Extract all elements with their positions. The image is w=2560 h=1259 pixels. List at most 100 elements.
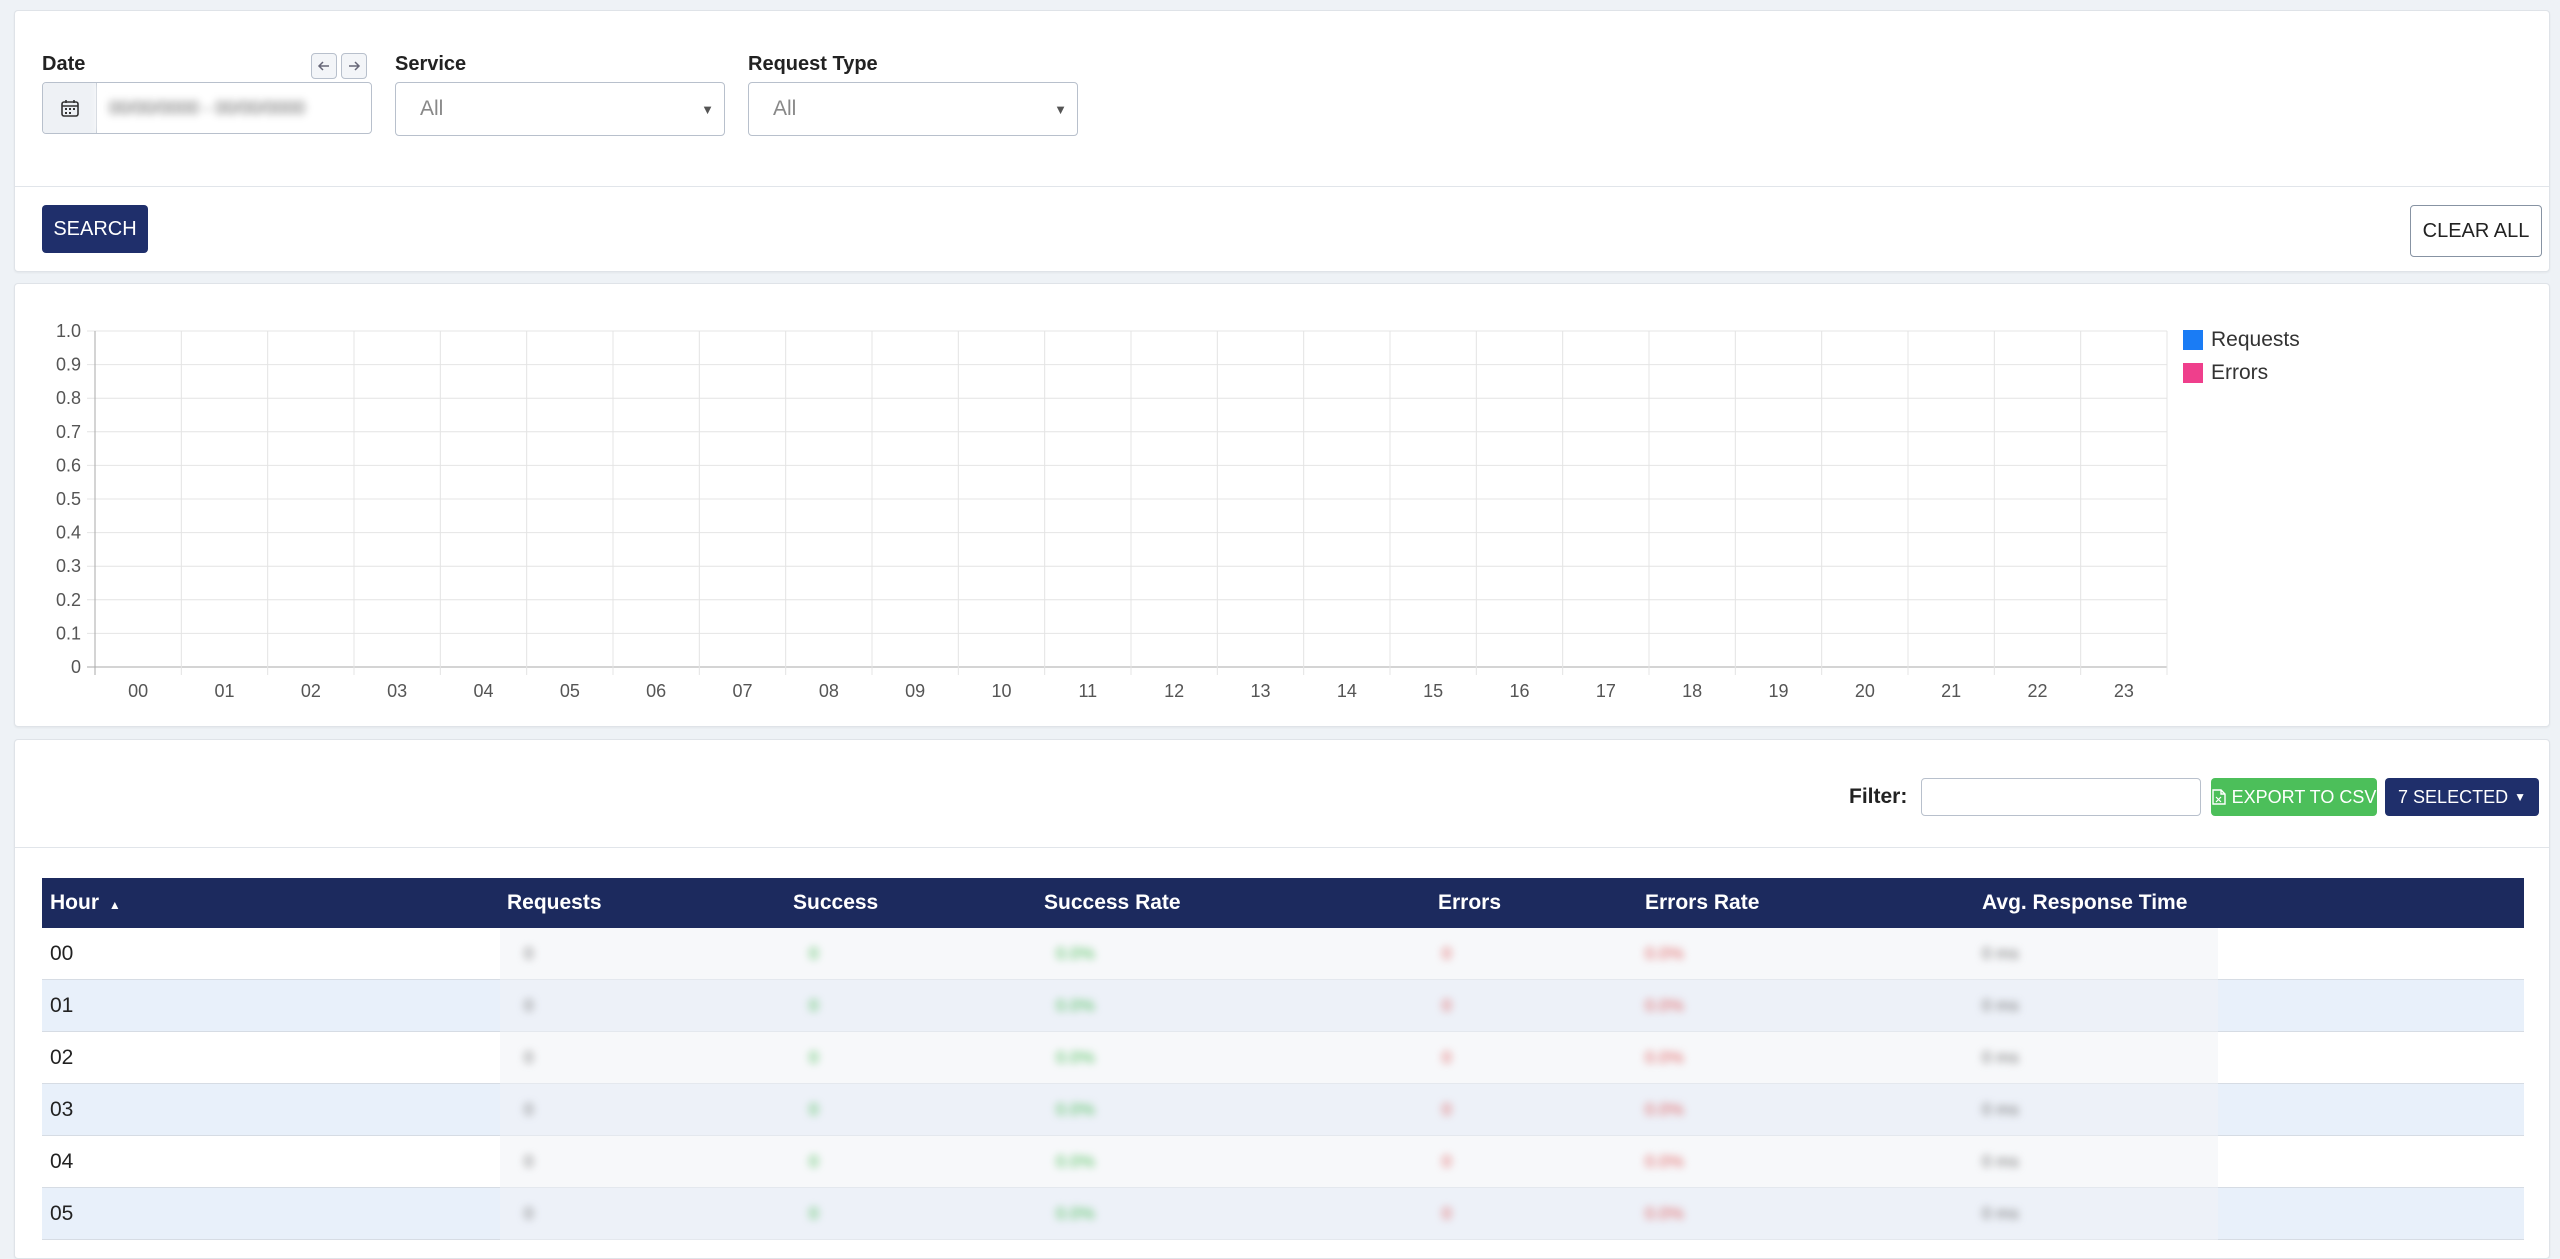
filters-divider	[15, 186, 2549, 187]
x-tick-label: 13	[1250, 681, 1270, 701]
y-tick-label: 0.4	[56, 523, 81, 543]
y-tick-label: 1.0	[56, 321, 81, 341]
y-tick-label: 0.8	[56, 388, 81, 408]
redacted-zone	[500, 1032, 2218, 1084]
legend-item-requests[interactable]: Requests	[2183, 328, 2300, 352]
filter-input[interactable]	[1921, 778, 2201, 816]
caret-down-icon: ▼	[2514, 790, 2526, 804]
legend-item-errors[interactable]: Errors	[2183, 361, 2268, 385]
cell-hour: 04	[50, 1150, 74, 1173]
date-range-field	[42, 82, 372, 134]
x-tick-label: 21	[1941, 681, 1961, 701]
date-range-input[interactable]	[97, 83, 371, 133]
redacted-zone	[500, 1136, 2218, 1188]
prev-date-button[interactable]	[311, 53, 337, 79]
sort-asc-icon: ▲	[108, 898, 121, 912]
cell-errors: 0	[1442, 944, 1452, 963]
legend-label-requests: Requests	[2211, 328, 2300, 351]
cell-hour: 02	[50, 1046, 74, 1069]
export-csv-button[interactable]: EXPORT TO CSV	[2211, 778, 2377, 816]
y-tick-label: 0.5	[56, 489, 81, 509]
y-tick-label: 0	[71, 657, 81, 677]
table-row[interactable]: 00 0 0 0.0% 0 0.0% 0 ms	[42, 928, 2524, 980]
file-icon	[2211, 789, 2226, 805]
cell-requests: 0	[524, 1048, 534, 1067]
export-csv-label: EXPORT TO CSV	[2231, 786, 2377, 807]
legend-swatch-errors	[2183, 363, 2203, 383]
next-date-button[interactable]	[341, 53, 367, 79]
table-panel: Filter: EXPORT TO CSV 7 SELECTED ▼ Hour …	[14, 739, 2550, 1259]
table-row[interactable]: 02 0 0 0.0% 0 0.0% 0 ms	[42, 1032, 2524, 1084]
search-button[interactable]: SEARCH	[42, 205, 148, 253]
table-row[interactable]: 01 0 0 0.0% 0 0.0% 0 ms	[42, 980, 2524, 1032]
y-tick-label: 0.9	[56, 355, 81, 375]
service-select[interactable]: All ▼	[395, 82, 725, 136]
cell-success-rate: 0.0%	[1056, 1152, 1095, 1171]
cell-errors-rate: 0.0%	[1645, 996, 1684, 1015]
cell-requests: 0	[524, 1152, 534, 1171]
x-tick-label: 16	[1509, 681, 1529, 701]
arrow-right-icon	[349, 61, 361, 71]
x-tick-label: 11	[1078, 681, 1097, 701]
x-tick-label: 19	[1768, 681, 1788, 701]
table-row[interactable]: 04 0 0 0.0% 0 0.0% 0 ms	[42, 1136, 2524, 1188]
redacted-zone	[500, 1084, 2218, 1136]
redacted-zone	[500, 980, 2218, 1032]
header-hour[interactable]: Hour ▲	[50, 878, 121, 928]
x-tick-label: 10	[991, 681, 1011, 701]
cell-success: 0	[809, 1048, 819, 1067]
cell-errors-rate: 0.0%	[1645, 944, 1684, 963]
table-row[interactable]: 03 0 0 0.0% 0 0.0% 0 ms	[42, 1084, 2524, 1136]
cell-errors: 0	[1442, 996, 1452, 1015]
x-tick-label: 08	[819, 681, 839, 701]
header-errors-rate[interactable]: Errors Rate	[1645, 878, 1759, 928]
cell-hour: 05	[50, 1202, 74, 1225]
cell-errors-rate: 0.0%	[1645, 1152, 1684, 1171]
header-success[interactable]: Success	[793, 878, 878, 928]
cell-avg: 0 ms	[1982, 944, 2019, 963]
table-row[interactable]: 05 0 0 0.0% 0 0.0% 0 ms	[42, 1188, 2524, 1240]
x-tick-label: 18	[1682, 681, 1702, 701]
cell-errors-rate: 0.0%	[1645, 1100, 1684, 1119]
request-type-select-value: All	[773, 97, 797, 120]
request-type-select[interactable]: All ▼	[748, 82, 1078, 136]
cell-success-rate: 0.0%	[1056, 996, 1095, 1015]
columns-select-button[interactable]: 7 SELECTED ▼	[2385, 778, 2539, 816]
legend-swatch-requests	[2183, 330, 2203, 350]
x-tick-label: 23	[2114, 681, 2134, 701]
service-label: Service	[395, 53, 467, 75]
x-tick-label: 00	[128, 681, 148, 701]
cell-requests: 0	[524, 996, 534, 1015]
table-header: Hour ▲ Requests Success Success Rate Err…	[42, 878, 2524, 928]
x-tick-label: 07	[732, 681, 752, 701]
x-tick-label: 05	[560, 681, 580, 701]
x-tick-label: 02	[301, 681, 321, 701]
cell-success-rate: 0.0%	[1056, 944, 1095, 963]
cell-requests: 0	[524, 1204, 534, 1223]
x-tick-label: 01	[214, 681, 234, 701]
cell-success: 0	[809, 1152, 819, 1171]
y-tick-label: 0.1	[56, 623, 81, 643]
caret-down-icon: ▼	[1054, 102, 1067, 117]
y-tick-label: 0.3	[56, 556, 81, 576]
cell-success: 0	[809, 1100, 819, 1119]
y-tick-label: 0.7	[56, 422, 81, 442]
cell-errors-rate: 0.0%	[1645, 1048, 1684, 1067]
cell-success-rate: 0.0%	[1056, 1100, 1095, 1119]
header-requests[interactable]: Requests	[507, 878, 602, 928]
cell-requests: 0	[524, 944, 534, 963]
caret-down-icon: ▼	[701, 102, 714, 117]
x-tick-label: 04	[473, 681, 493, 701]
cell-hour: 01	[50, 994, 74, 1017]
clear-all-button[interactable]: CLEAR ALL	[2410, 205, 2542, 257]
header-avg-response-time[interactable]: Avg. Response Time	[1982, 878, 2187, 928]
cell-avg: 0 ms	[1982, 1100, 2019, 1119]
cell-avg: 0 ms	[1982, 996, 2019, 1015]
x-tick-label: 15	[1423, 681, 1443, 701]
cell-errors: 0	[1442, 1204, 1452, 1223]
cell-success: 0	[809, 996, 819, 1015]
header-success-rate[interactable]: Success Rate	[1044, 878, 1181, 928]
header-errors[interactable]: Errors	[1438, 878, 1501, 928]
cell-hour: 03	[50, 1098, 74, 1121]
calendar-icon[interactable]	[43, 83, 97, 133]
